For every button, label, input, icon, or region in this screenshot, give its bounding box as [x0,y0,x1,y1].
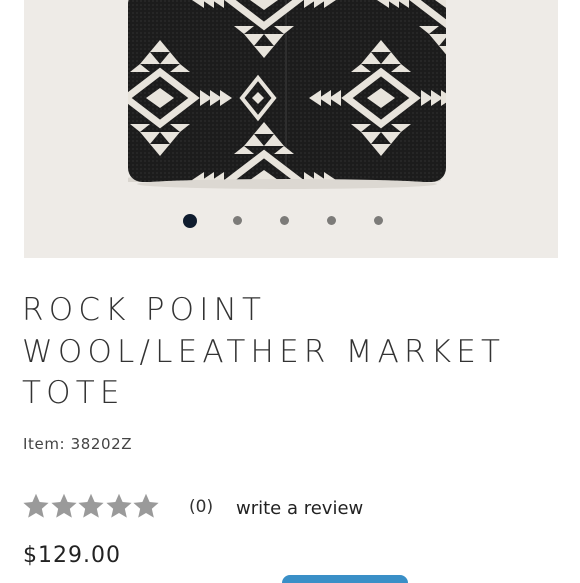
star-rating[interactable] [22,492,160,522]
star-icon [77,492,105,522]
star-icon [105,492,133,522]
star-icon [50,492,78,522]
item-number: Item: 38202Z [23,435,133,453]
carousel-dots [24,208,558,234]
carousel-dot-4[interactable] [327,216,336,225]
product-image[interactable] [24,0,558,258]
carousel-dot-5[interactable] [374,216,383,225]
carousel-dot-1[interactable] [183,214,197,228]
add-to-bag-button[interactable] [282,575,408,583]
star-icon [132,492,160,522]
carousel-dot-2[interactable] [233,216,242,225]
carousel-dot-3[interactable] [280,216,289,225]
star-icon [22,492,50,522]
rating-row: (0) write a review [22,492,542,524]
product-title: ROCK POINT WOOL/LEATHER MARKET TOTE [22,292,506,411]
review-count: (0) [189,497,214,517]
write-review-link[interactable]: write a review [236,498,363,519]
product-price: $129.00 [23,543,121,568]
